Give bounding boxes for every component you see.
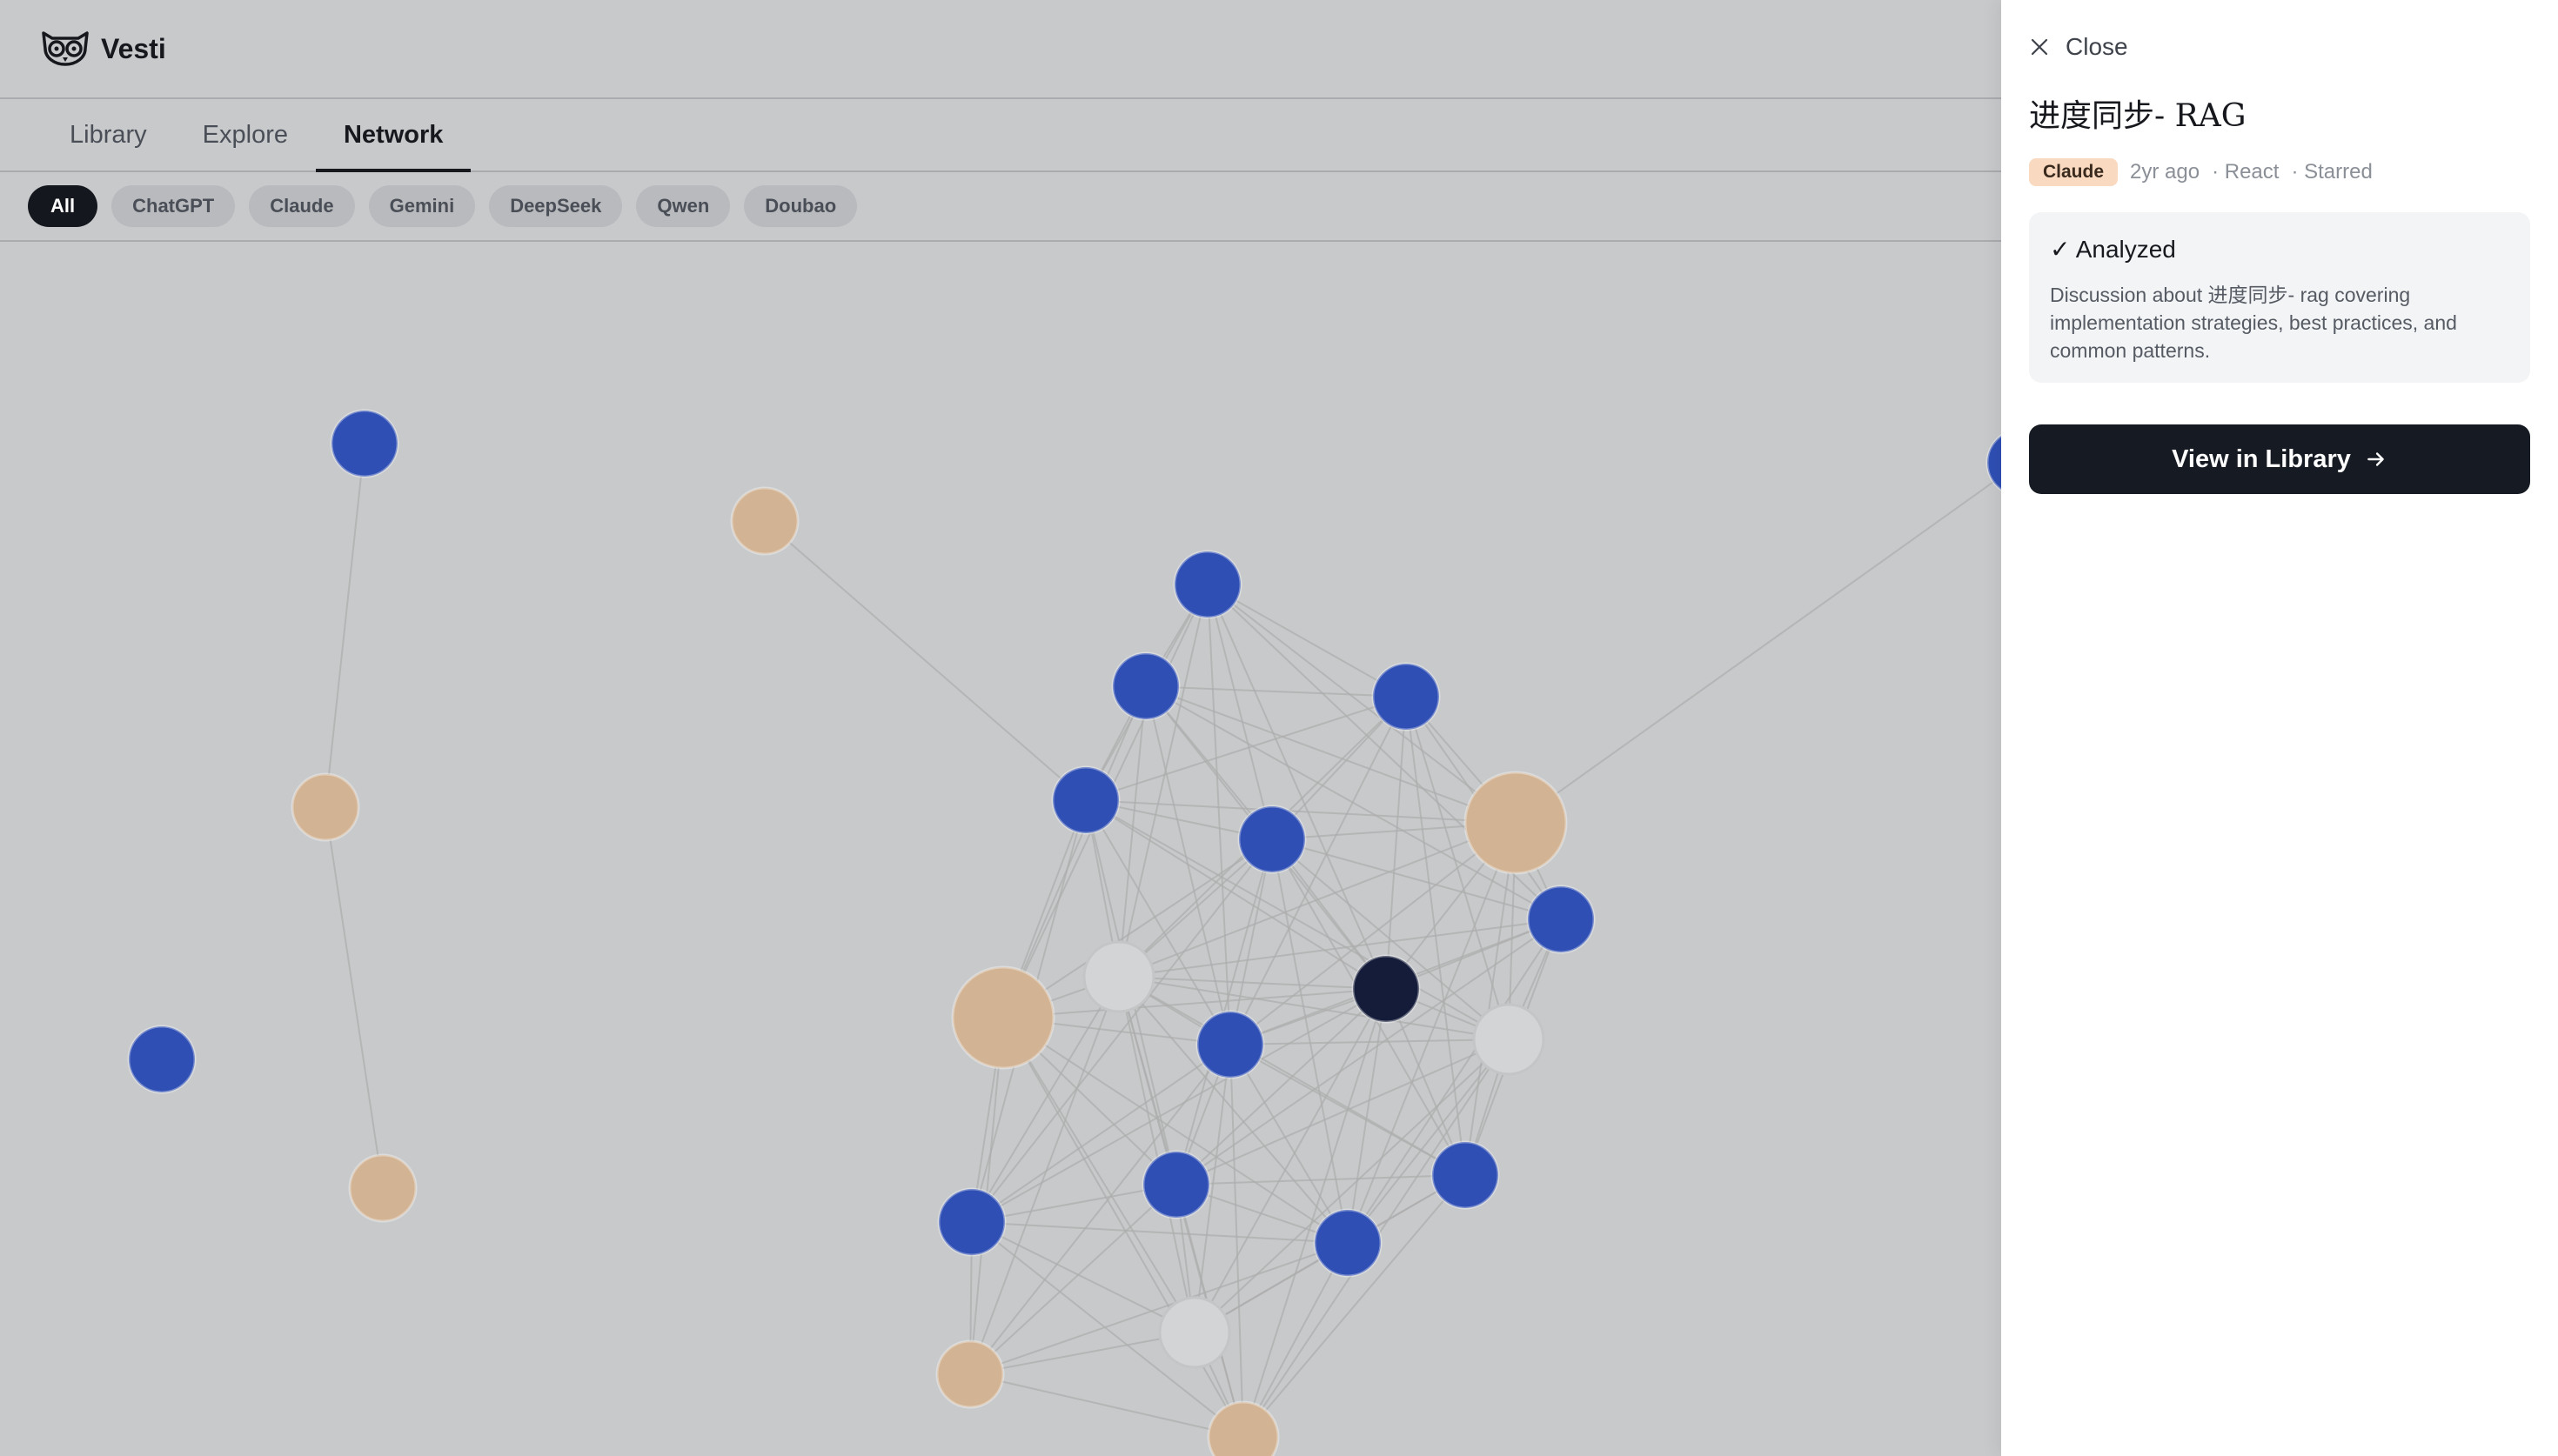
graph-node[interactable] (291, 772, 360, 842)
graph-node[interactable] (1430, 1140, 1500, 1210)
graph-node[interactable] (1371, 662, 1441, 731)
view-in-library-button[interactable]: View in Library (2029, 424, 2530, 494)
graph-edge (1347, 988, 1387, 1244)
tab-explore[interactable]: Explore (175, 99, 316, 170)
close-icon (2031, 38, 2048, 56)
graph-edge (1271, 838, 1349, 1244)
filter-gemini[interactable]: Gemini (368, 185, 476, 227)
graph-edges (325, 443, 2001, 1438)
view-in-library-label: View in Library (2172, 444, 2351, 473)
graph-edge (1002, 988, 1387, 1019)
graph-edge (971, 1221, 1349, 1244)
graph-node[interactable] (1472, 1003, 1545, 1076)
owl-logo-icon (42, 31, 89, 66)
graph-node[interactable] (1237, 805, 1307, 874)
graph-node[interactable] (1111, 651, 1181, 721)
graph-node[interactable] (1173, 550, 1242, 619)
starred-label: · Starred (2291, 160, 2373, 184)
detail-panel: Close 进度同步- RAG Claude 2yr ago · React ·… (2001, 0, 2558, 1456)
graph-node[interactable] (127, 1025, 197, 1094)
filter-doubao[interactable]: Doubao (744, 185, 858, 227)
graph-node[interactable] (330, 409, 399, 478)
filter-chatgpt[interactable]: ChatGPT (111, 185, 236, 227)
tab-network-label: Network (343, 120, 444, 149)
tab-library-label: Library (70, 120, 147, 149)
conversation-age: 2yr ago (2130, 160, 2200, 184)
filter-all[interactable]: All (28, 185, 98, 227)
graph-node[interactable] (1195, 1010, 1265, 1079)
analysis-summary: Discussion about 进度同步- rag covering impl… (2050, 284, 2457, 362)
graph-node[interactable] (1526, 885, 1596, 954)
platform-filters: All ChatGPT Claude Gemini DeepSeek Qwen … (0, 172, 2001, 242)
tab-library[interactable]: Library (42, 99, 175, 170)
selected-graph-node[interactable] (1351, 954, 1421, 1024)
graph-edge (1207, 584, 1387, 990)
graph-edge (325, 806, 384, 1189)
filter-deepseek[interactable]: DeepSeek (489, 185, 623, 227)
graph-edge (1118, 584, 1209, 978)
filter-qwen[interactable]: Qwen (636, 185, 731, 227)
graph-node[interactable] (348, 1153, 418, 1223)
graph-node[interactable] (1051, 765, 1121, 835)
graph-nodes (127, 409, 2001, 1456)
main-app: Vesti Library Explore Network All ChatGP… (0, 0, 2001, 1456)
analyzed-status: ✓ Analyzed (2050, 236, 2176, 263)
graph-edge (1347, 1039, 1510, 1244)
platform-badge: Claude (2029, 158, 2119, 186)
graph-edge (764, 520, 1087, 801)
app-name: Vesti (101, 32, 166, 64)
graph-node[interactable] (1158, 1296, 1231, 1369)
network-graph[interactable] (0, 244, 2001, 1456)
top-bar: Vesti (0, 0, 2001, 99)
graph-node[interactable] (935, 1339, 1005, 1409)
conversation-tag: · React (2212, 160, 2280, 184)
graph-edge (969, 1373, 1244, 1438)
graph-node[interactable] (1463, 771, 1568, 875)
graph-node[interactable] (1207, 1400, 1280, 1456)
graph-node[interactable] (937, 1187, 1007, 1257)
conversation-title: 进度同步- RAG (2029, 98, 2247, 134)
tab-network[interactable]: Network (315, 99, 472, 172)
analysis-card: ✓ Analyzed Discussion about 进度同步- rag co… (2029, 212, 2530, 383)
conversation-meta: Claude 2yr ago · React · Starred (2029, 158, 2530, 186)
graph-edge (325, 443, 365, 808)
tab-explore-label: Explore (202, 120, 288, 149)
graph-node[interactable] (951, 965, 1055, 1070)
graph-edge (1229, 1044, 1244, 1438)
nav-tabs: Library Explore Network (0, 99, 2001, 172)
filter-claude[interactable]: Claude (249, 185, 355, 227)
graph-node[interactable] (1313, 1208, 1383, 1278)
graph-edge (1207, 584, 1231, 1045)
graph-node[interactable] (1082, 940, 1155, 1013)
graph-edge (969, 1242, 1349, 1375)
arrow-right-icon (2367, 452, 2384, 466)
close-button[interactable]: Close (2029, 33, 2530, 61)
graph-edge (1145, 685, 1407, 698)
app-logo[interactable]: Vesti (40, 30, 166, 68)
graph-edge (1175, 1174, 1466, 1186)
graph-node[interactable] (1142, 1150, 1211, 1219)
graph-edge (1085, 799, 1517, 824)
close-label: Close (2066, 33, 2128, 60)
graph-node[interactable] (730, 486, 800, 556)
graph-edge (1515, 475, 2001, 824)
